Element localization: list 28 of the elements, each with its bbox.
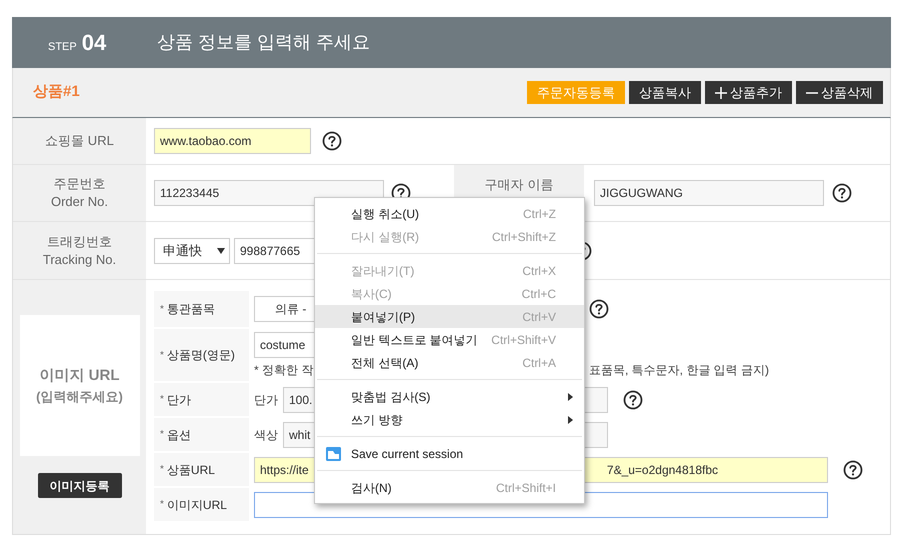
field-label: 상품명(영문) (166, 347, 235, 364)
field-label: 옵션 (166, 426, 191, 444)
required-mark: * (160, 428, 164, 442)
note-text: * 정확한 작 (254, 362, 314, 376)
placeholder-hint: (입력해주세요) (36, 388, 123, 406)
field-label: 주문번호 (54, 175, 106, 193)
field-label-english: Order No. (50, 193, 108, 211)
required-mark: * (160, 348, 164, 362)
note-text: 표품목, 특수문자, 한글 입력 금지) (589, 362, 769, 378)
field-label: 트래킹번호 (47, 232, 112, 250)
field-label: 단가 (166, 392, 191, 408)
field-label-english: Tracking No. (42, 250, 116, 268)
step-title: 상품 정보를 입력해 주세요 (157, 31, 370, 54)
field-prefix: 단가 (254, 392, 278, 408)
required-mark: * (160, 393, 164, 407)
field-label: 쇼핑몰 URL (45, 132, 114, 150)
field-label: 상품URL (166, 462, 215, 478)
required-mark: * (160, 302, 164, 316)
product-title: 상품#1 (33, 82, 80, 102)
field-label: 구매자 이름 (484, 176, 554, 193)
required-mark: * (160, 498, 164, 512)
required-mark: * (160, 463, 164, 477)
field-label: 이미지URL (166, 496, 227, 514)
placeholder-title: 이미지 URL (40, 366, 120, 386)
step-number: 04 (82, 29, 106, 57)
step-label: STEP (48, 40, 77, 55)
field-label: 통관품목 (166, 301, 215, 318)
field-prefix: 색상 (254, 426, 278, 444)
